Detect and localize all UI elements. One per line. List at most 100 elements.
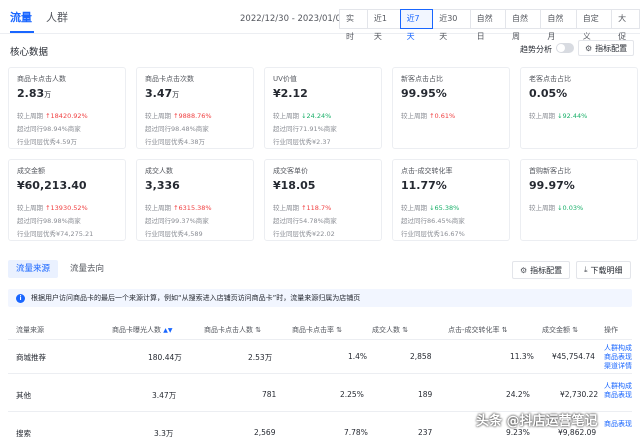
card-avg-order-value[interactable]: 成交客单价 ¥18.05 较上周期 ↑118.7% 超过同行54.78%商家 行…	[264, 159, 382, 241]
col-gmv[interactable]: 成交金额 ⇅	[542, 325, 578, 335]
card-value: ¥60,213.40	[17, 179, 87, 192]
download-icon: ⤓	[584, 265, 588, 274]
card-value: 99.97%	[529, 179, 575, 192]
cell-gmv: ¥45,754.74	[552, 352, 595, 361]
card-label: UV价值	[273, 75, 297, 83]
card-change: 较上周期 ↑18420.92%	[17, 112, 88, 120]
cell-ctr: 2.25%	[340, 390, 364, 399]
card-change: 较上周期 ↓65.38%	[401, 204, 460, 212]
card-returning-customer-click-ratio[interactable]: 老客点击占比 0.05% 较上周期 ↓92.44%	[520, 67, 638, 149]
range-natural-week[interactable]: 自然周	[504, 9, 542, 41]
core-data-title: 核心数据	[10, 47, 49, 58]
tab-audience[interactable]: 人群	[46, 9, 68, 25]
range-realtime[interactable]: 实时	[339, 9, 368, 41]
card-peer-rank: 超过同行98.48%商家	[145, 125, 209, 133]
tab-traffic[interactable]: 流量	[10, 9, 32, 25]
card-first-purchase-ratio[interactable]: 首购新客占比 99.97% 较上周期 ↓0.03%	[520, 159, 638, 241]
card-peer-rank: 超过同行99.37%商家	[145, 217, 209, 225]
action-products[interactable]: 商品表现	[604, 353, 632, 362]
table-config-label: 指标配置	[530, 265, 563, 275]
range-7-days[interactable]: 近7天	[399, 9, 434, 41]
card-product-click-users[interactable]: 商品卡点击人数 2.83万 较上周期 ↑18420.92% 超过同行98.94%…	[8, 67, 126, 149]
card-change: 较上周期 ↓0.03%	[529, 204, 584, 212]
range-natural-day[interactable]: 自然日	[469, 9, 506, 41]
card-peer-rank: 超过同行98.98%商家	[17, 217, 81, 225]
card-industry-best: 行业同层优秀¥22.02	[273, 230, 335, 238]
range-promotion[interactable]: 大促	[611, 9, 640, 41]
notice-text: 根据用户访问商品卡的最后一个来源计算，例如“从搜索进入店铺页访问商品卡”时，流量…	[31, 294, 361, 302]
card-industry-best: 行业同层优秀4.38万	[145, 138, 205, 146]
card-label: 成交客单价	[273, 167, 308, 175]
cell-gmv: ¥2,730.22	[560, 390, 599, 399]
cell-buyers: 237	[418, 428, 433, 437]
card-change: 较上周期 ↑13930.52%	[17, 204, 88, 212]
col-cvr[interactable]: 点击-成交转化率 ⇅	[448, 325, 508, 335]
range-1-day[interactable]: 近1天	[366, 9, 401, 41]
card-value: ¥2.12	[273, 87, 308, 100]
action-audience[interactable]: 人群构成	[604, 382, 632, 391]
trend-analysis-toggle[interactable]	[556, 43, 574, 53]
card-buyers[interactable]: 成交人数 3,336 较上周期 ↑6315.38% 超过同行99.37%商家 行…	[136, 159, 254, 241]
action-audience[interactable]: 人群构成	[604, 344, 632, 353]
table-config-button[interactable]: ⚙ 指标配置	[512, 261, 571, 279]
metric-config-button[interactable]: ⚙ 指标配置	[578, 40, 635, 56]
download-details-label: 下载明细	[590, 265, 623, 275]
cell-cvr: 11.3%	[510, 352, 534, 361]
date-range[interactable]: 2022/12/30 - 2023/01/05	[240, 14, 346, 24]
card-value: 0.05%	[529, 87, 568, 100]
action-channel-details[interactable]: 渠道详情	[604, 362, 632, 371]
watermark: 头条 @抖店运营笔记	[476, 414, 598, 429]
action-products[interactable]: 商品表现	[604, 420, 632, 429]
card-value: 3,336	[145, 179, 180, 192]
card-change: 较上周期 ↓24.24%	[273, 112, 332, 120]
traffic-sub-tabs: 流量来源 流量去向	[8, 260, 112, 278]
range-custom[interactable]: 自定义	[575, 9, 613, 41]
card-industry-best: 行业同层优秀16.67%	[401, 230, 465, 238]
cell-clicks: 2,569	[254, 428, 276, 437]
info-notice: i 根据用户访问商品卡的最后一个来源计算，例如“从搜索进入店铺页访问商品卡”时，…	[8, 289, 632, 307]
card-gmv[interactable]: 成交金额 ¥60,213.40 较上周期 ↑13930.52% 超过同行98.9…	[8, 159, 126, 241]
card-peer-rank: 超过同行54.78%商家	[273, 217, 337, 225]
card-value: 2.83万	[17, 87, 52, 100]
card-product-click-count[interactable]: 商品卡点击次数 3.47万 较上周期 ↑9888.76% 超过同行98.48%商…	[136, 67, 254, 149]
col-clicks[interactable]: 商品卡点击人数 ⇅	[204, 325, 261, 335]
card-value: ¥18.05	[273, 179, 316, 192]
card-label: 首购新客占比	[529, 167, 571, 175]
card-click-conversion-rate[interactable]: 点击-成交转化率 11.77% 较上周期 ↓65.38% 超过同行86.45%商…	[392, 159, 510, 241]
card-label: 商品卡点击人数	[17, 75, 66, 83]
tab-traffic-source[interactable]: 流量来源	[8, 260, 59, 278]
cell-cvr: 9.23%	[506, 428, 530, 437]
download-details-button[interactable]: ⤓ 下载明细	[576, 261, 631, 279]
card-industry-best: 行业同层优秀¥74,275.21	[17, 230, 94, 238]
action-products[interactable]: 商品表现	[604, 391, 632, 400]
card-peer-rank: 超过同行86.45%商家	[401, 217, 465, 225]
col-actions: 操作	[604, 326, 618, 334]
sort-icon[interactable]: ⇅	[336, 326, 342, 334]
range-30-days[interactable]: 近30天	[432, 9, 471, 41]
range-natural-month[interactable]: 自然月	[540, 9, 577, 41]
card-new-customer-click-ratio[interactable]: 新客点击占比 99.95% 较上周期 ↑0.61%	[392, 67, 510, 149]
sort-icon[interactable]: ▲▼	[163, 327, 172, 334]
card-industry-best: 行业同层优秀4.59万	[17, 138, 77, 146]
card-change: 较上周期 ↑9888.76%	[145, 112, 212, 120]
top-bar: 流量 人群 2022/12/30 - 2023/01/05 实时 近1天 近7天…	[0, 0, 640, 41]
tab-traffic-destination[interactable]: 流量去向	[62, 260, 112, 278]
card-label: 成交人数	[145, 167, 173, 175]
sort-icon[interactable]: ⇅	[572, 326, 578, 334]
card-label: 老客点击占比	[529, 75, 571, 83]
sort-icon[interactable]: ⇅	[255, 326, 261, 334]
cell-ctr: 7.78%	[344, 428, 368, 437]
card-uv-value[interactable]: UV价值 ¥2.12 较上周期 ↓24.24% 超过同行71.91%商家 行业同…	[264, 67, 382, 149]
card-peer-rank: 超过同行71.91%商家	[273, 125, 337, 133]
card-label: 点击-成交转化率	[401, 167, 453, 175]
col-exposure[interactable]: 商品卡曝光人数 ▲▼	[112, 325, 172, 335]
metric-config-label: 指标配置	[595, 43, 628, 53]
sort-icon[interactable]: ⇅	[402, 326, 408, 334]
col-ctr[interactable]: 商品卡点击率 ⇅	[292, 325, 342, 335]
card-change: 较上周期 ↑118.7%	[273, 204, 332, 212]
gear-icon: ⚙	[585, 43, 593, 53]
cell-ctr: 1.4%	[348, 352, 368, 361]
sort-icon[interactable]: ⇅	[502, 326, 508, 334]
col-buyers[interactable]: 成交人数 ⇅	[372, 325, 408, 335]
card-industry-best: 行业同层优秀4,589	[145, 230, 203, 238]
